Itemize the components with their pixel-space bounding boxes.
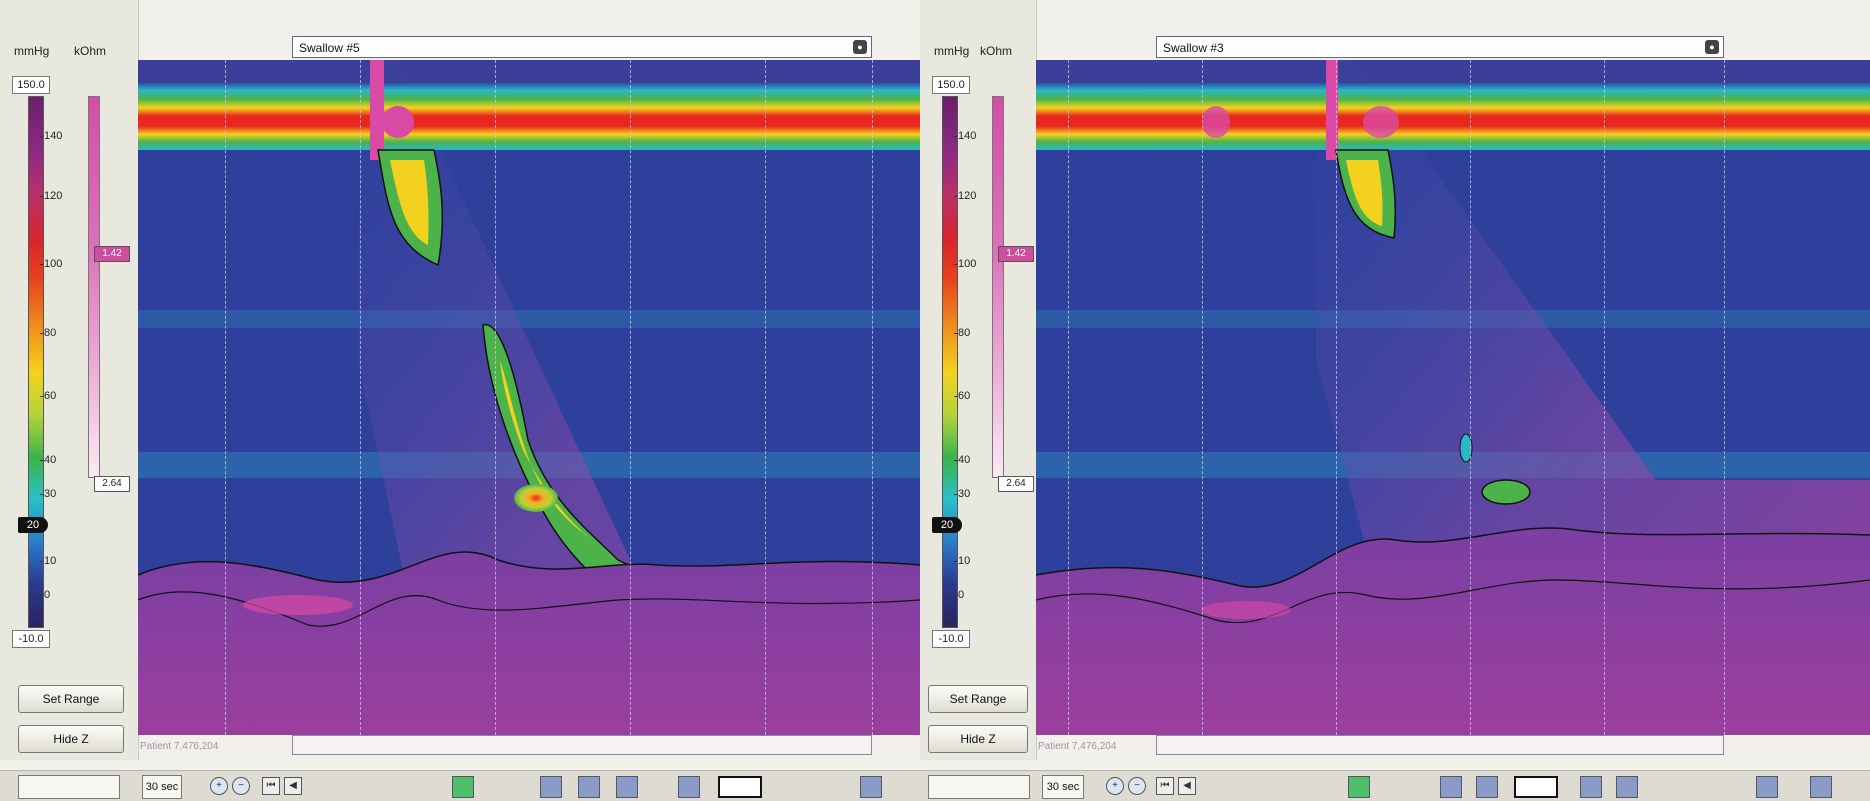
pressure-color-scale <box>942 96 958 628</box>
toolbar-blank-button[interactable] <box>928 775 1030 799</box>
threshold-marker[interactable]: 20 <box>932 517 962 533</box>
scale-tick: 80 <box>953 327 971 339</box>
threshold-marker[interactable]: 20 <box>18 517 48 533</box>
grid-divider <box>1470 60 1471 735</box>
grid-divider <box>1336 60 1337 735</box>
zoom-out-icon[interactable]: − <box>1128 777 1146 795</box>
zoom-in-icon[interactable]: + <box>1106 777 1124 795</box>
swallow-title-bar[interactable]: Swallow #3 ● <box>1156 36 1724 58</box>
scale-tick: 120 <box>39 190 63 202</box>
scale-tick: 10 <box>39 555 57 567</box>
grid-divider <box>1068 60 1069 735</box>
pressure-color-scale <box>28 96 44 628</box>
grid-divider <box>225 60 226 735</box>
pressure-unit-label: mmHg <box>934 44 970 58</box>
selected-swallow-marker[interactable] <box>718 776 762 798</box>
scale-tick: 40 <box>39 454 57 466</box>
left-panel: mmHg kOhm 150.0 140 120 100 80 60 40 30 … <box>0 0 920 801</box>
grid-divider <box>765 60 766 735</box>
range-max-field[interactable]: 150.0 <box>932 76 970 94</box>
pressure-topography-plot[interactable] <box>1036 60 1870 735</box>
grid-divider <box>630 60 631 735</box>
skip-start-icon[interactable]: ⏮ <box>1156 777 1174 795</box>
range-min-field[interactable]: -10.0 <box>12 630 50 648</box>
scale-tick: 30 <box>953 488 971 500</box>
swallow-marker-icon[interactable] <box>540 776 562 798</box>
swallow-label: Swallow #5 <box>299 41 360 55</box>
impedance-thumb[interactable]: 1.42 <box>998 246 1034 262</box>
impedance-color-scale <box>88 96 100 478</box>
range-max-field[interactable]: 150.0 <box>12 76 50 94</box>
time-scrollbar[interactable] <box>1156 735 1724 755</box>
impedance-low-label: 2.64 <box>94 476 130 492</box>
swallow-marker-icon[interactable] <box>860 776 882 798</box>
grid-divider <box>495 60 496 735</box>
impedance-unit-label: kOhm <box>980 44 1013 58</box>
time-window-button[interactable]: 30 sec <box>142 775 182 799</box>
hide-z-button[interactable]: Hide Z <box>18 725 124 753</box>
scale-tick: 30 <box>39 488 57 500</box>
scale-tick: 80 <box>39 327 57 339</box>
swallow-marker-icon[interactable] <box>1616 776 1638 798</box>
scroll-knob-icon[interactable]: ● <box>853 40 867 54</box>
swallow-marker-icon[interactable] <box>452 776 474 798</box>
grid-divider <box>1604 60 1605 735</box>
scale-tick: 10 <box>953 555 971 567</box>
impedance-unit-label: kOhm <box>74 44 107 58</box>
scale-tick: 100 <box>953 258 977 270</box>
grid-divider <box>1202 60 1203 735</box>
swallow-marker-icon[interactable] <box>1348 776 1370 798</box>
grid-divider <box>872 60 873 735</box>
set-range-button[interactable]: Set Range <box>928 685 1028 713</box>
scale-tick: 140 <box>39 130 63 142</box>
right-sidebar: mmHg kOhm 150.0 140 120 100 80 60 40 30 … <box>920 0 1037 760</box>
patient-footnote: Patient 7,476,204 <box>140 741 219 752</box>
grid-divider <box>360 60 361 735</box>
swallow-marker-icon[interactable] <box>1756 776 1778 798</box>
scale-tick: 40 <box>953 454 971 466</box>
scale-tick: 60 <box>953 390 971 402</box>
right-panel: mmHg kOhm 150.0 140 120 100 80 60 40 30 … <box>920 0 1870 801</box>
selected-swallow-marker[interactable] <box>1514 776 1558 798</box>
step-back-icon[interactable]: ◀ <box>1178 777 1196 795</box>
skip-start-icon[interactable]: ⏮ <box>262 777 280 795</box>
swallow-title-bar[interactable]: Swallow #5 ● <box>292 36 872 58</box>
scale-tick: 120 <box>953 190 977 202</box>
swallow-marker-icon[interactable] <box>678 776 700 798</box>
scroll-knob-icon[interactable]: ● <box>1705 40 1719 54</box>
left-toolbar: 30 sec + − ⏮ ◀ <box>0 770 920 801</box>
step-back-icon[interactable]: ◀ <box>284 777 302 795</box>
swallow-marker-icon[interactable] <box>1440 776 1462 798</box>
scale-tick: 60 <box>39 390 57 402</box>
grid-divider <box>1724 60 1725 735</box>
left-sidebar: mmHg kOhm 150.0 140 120 100 80 60 40 30 … <box>0 0 139 760</box>
swallow-marker-icon[interactable] <box>616 776 638 798</box>
impedance-thumb[interactable]: 1.42 <box>94 246 130 262</box>
zoom-out-icon[interactable]: − <box>232 777 250 795</box>
scale-tick: 140 <box>953 130 977 142</box>
swallow-marker-icon[interactable] <box>1476 776 1498 798</box>
swallow-marker-icon[interactable] <box>578 776 600 798</box>
pressure-topography-plot[interactable] <box>138 60 920 735</box>
impedance-low-label: 2.64 <box>998 476 1034 492</box>
impedance-color-scale <box>992 96 1004 478</box>
scale-tick: 100 <box>39 258 63 270</box>
scale-tick: 0 <box>953 589 965 601</box>
hide-z-button[interactable]: Hide Z <box>928 725 1028 753</box>
set-range-button[interactable]: Set Range <box>18 685 124 713</box>
toolbar-blank-button[interactable] <box>18 775 120 799</box>
time-scrollbar[interactable] <box>292 735 872 755</box>
patient-footnote: Patient 7,476,204 <box>1038 741 1117 752</box>
swallow-label: Swallow #3 <box>1163 41 1224 55</box>
swallow-marker-icon[interactable] <box>1810 776 1832 798</box>
pressure-unit-label: mmHg <box>14 44 50 58</box>
swallow-marker-icon[interactable] <box>1580 776 1602 798</box>
right-toolbar: 30 sec + − ⏮ ◀ <box>920 770 1870 801</box>
zoom-in-icon[interactable]: + <box>210 777 228 795</box>
range-min-field[interactable]: -10.0 <box>932 630 970 648</box>
time-window-button[interactable]: 30 sec <box>1042 775 1084 799</box>
scale-tick: 0 <box>39 589 51 601</box>
